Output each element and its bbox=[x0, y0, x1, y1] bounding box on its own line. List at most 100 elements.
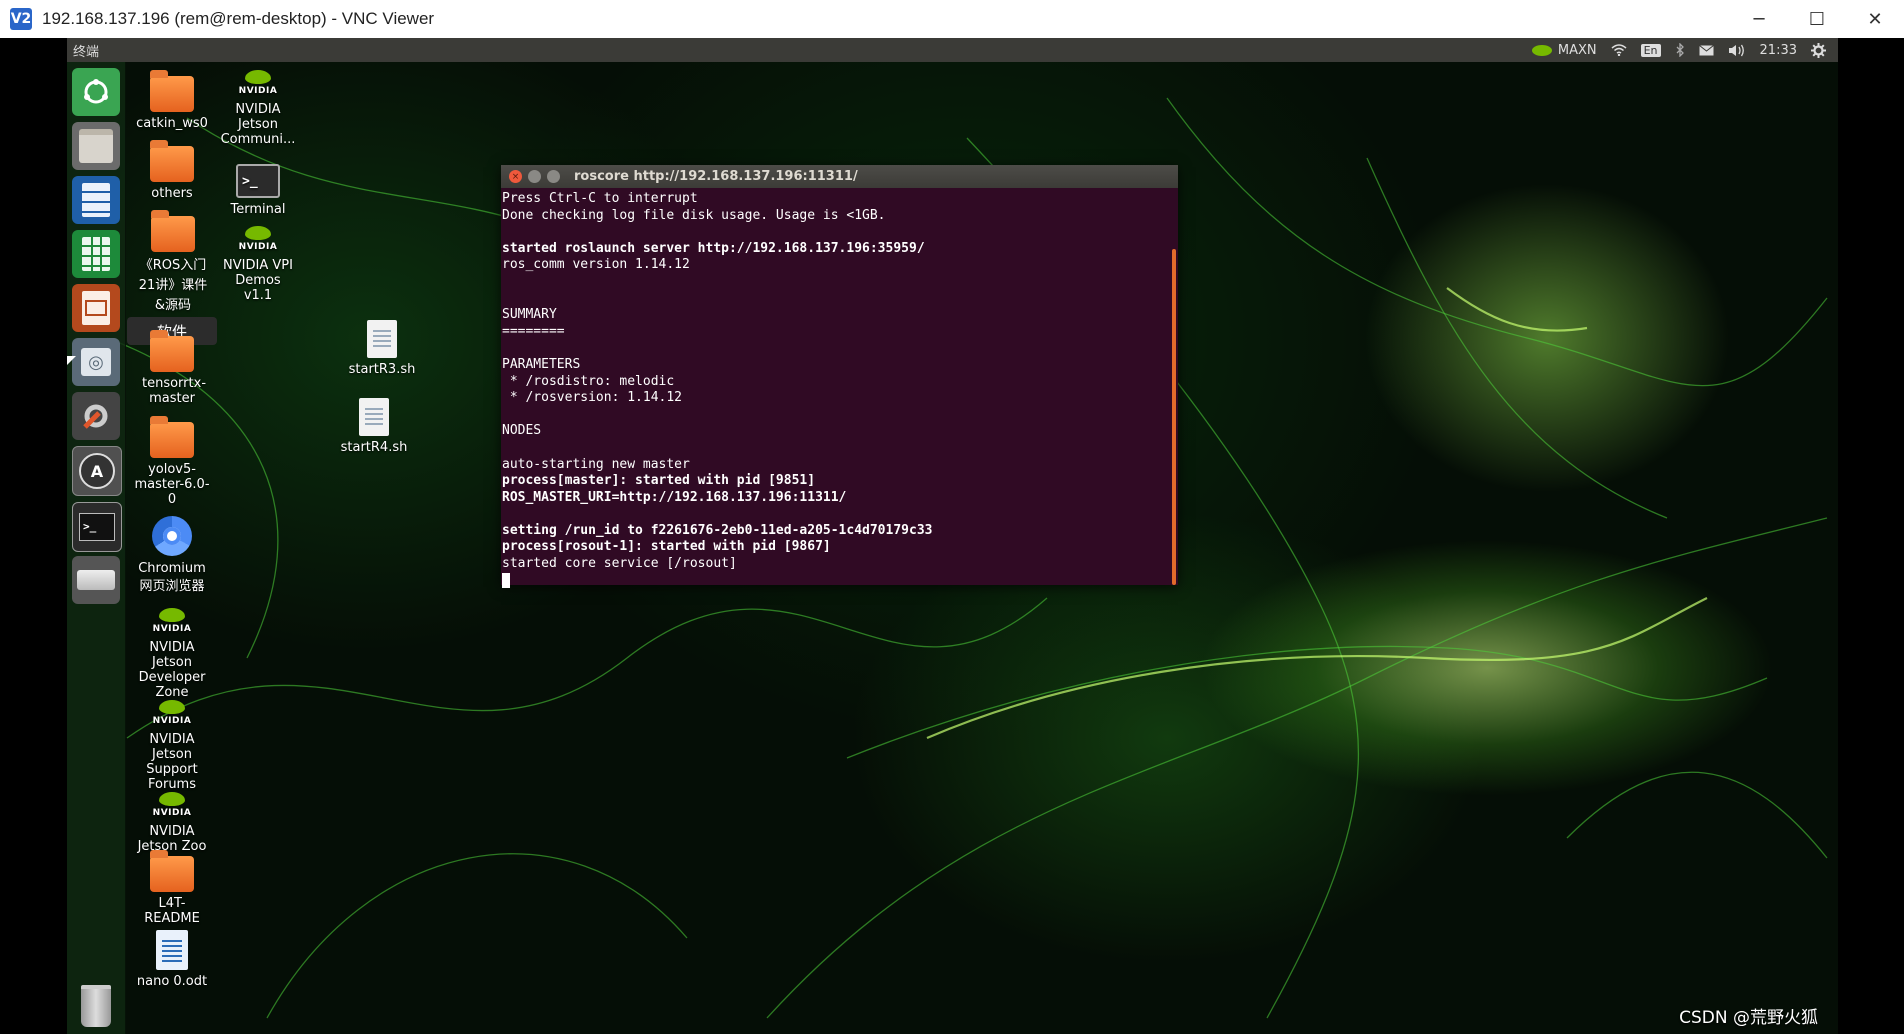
desktop-icon-label: NVIDIA Jetson Communi... bbox=[220, 102, 296, 147]
terminal-line: * /rosdistro: melodic bbox=[502, 373, 675, 389]
desktop-icon-label: startR3.sh bbox=[348, 362, 416, 377]
terminal-minimize-button[interactable] bbox=[528, 170, 541, 183]
script-file-icon bbox=[367, 320, 397, 358]
terminal-maximize-button[interactable] bbox=[547, 170, 560, 183]
desktop-icon-label: Terminal bbox=[230, 202, 286, 217]
terminal-line: Done checking log file disk usage. Usage… bbox=[502, 207, 886, 223]
desktop-icon-label: NVIDIA Jetson Support Forums bbox=[146, 732, 198, 792]
watermark: CSDN @荒野火狐 bbox=[1679, 1008, 1818, 1028]
nvidia-icon: NVIDIA bbox=[152, 698, 192, 728]
terminal-line: auto-starting new master bbox=[502, 456, 690, 472]
nvidia-icon: NVIDIA bbox=[238, 68, 278, 98]
desktop-icon-jetson-zoo[interactable]: NVIDIA NVIDIA Jetson Zoo bbox=[127, 790, 217, 854]
desktop-icon-label: tensorrtx-master bbox=[142, 376, 207, 406]
terminal-line: process[rosout-1]: started with pid [986… bbox=[502, 539, 831, 555]
close-button[interactable]: ✕ bbox=[1846, 0, 1904, 38]
desktop-icon-jetson-support-forums[interactable]: NVIDIA NVIDIA Jetson Support Forums bbox=[127, 698, 217, 792]
launcher-software-updater-icon[interactable]: A bbox=[72, 446, 122, 496]
desktop-icon-l4t-readme[interactable]: L4T-README bbox=[127, 850, 217, 926]
nvidia-power-mode-indicator[interactable]: MAXN bbox=[1531, 42, 1597, 58]
desktop-icon-label: NVIDIA VPI Demos v1.1 bbox=[223, 258, 293, 303]
terminal-cursor bbox=[502, 572, 510, 588]
launcher-search-icon[interactable] bbox=[72, 68, 120, 116]
viewer-border-right bbox=[1838, 38, 1904, 1034]
maximize-button[interactable]: ☐ bbox=[1788, 0, 1846, 38]
active-app-name: 终端 bbox=[73, 45, 100, 60]
desktop-icon-label: startR4.sh bbox=[340, 440, 408, 455]
launcher-files-icon[interactable] bbox=[72, 122, 120, 170]
desktop-icon-jetson-community[interactable]: NVIDIA NVIDIA Jetson Communi... bbox=[212, 68, 304, 147]
desktop-icon-nano-odt[interactable]: nano 0.odt bbox=[127, 930, 217, 989]
terminal-output[interactable]: Press Ctrl-C to interrupt Done checking l… bbox=[501, 188, 1178, 591]
folder-icon bbox=[150, 70, 194, 112]
terminal-window[interactable]: × roscore http://192.168.137.196:11311/ … bbox=[501, 165, 1178, 588]
launcher-calc-icon[interactable] bbox=[72, 230, 120, 278]
desktop-icon-startR3-sh[interactable]: startR3.sh bbox=[337, 320, 427, 377]
chromium-icon bbox=[152, 516, 192, 556]
mouse-pointer-icon bbox=[67, 356, 76, 365]
document-icon bbox=[156, 930, 188, 970]
launcher-system-settings-icon[interactable] bbox=[72, 392, 120, 440]
unity-launcher: ◎ A >_ bbox=[67, 62, 126, 1034]
folder-icon bbox=[150, 140, 194, 182]
minimize-button[interactable]: ─ bbox=[1730, 0, 1788, 38]
desktop-icon-ros-course[interactable]: 《ROS入门21讲》课件&源码 bbox=[127, 210, 219, 316]
launcher-drive-icon[interactable] bbox=[72, 556, 120, 604]
settings-gear-icon[interactable] bbox=[1811, 42, 1826, 58]
nvidia-icon: NVIDIA bbox=[152, 790, 192, 820]
terminal-close-button[interactable]: × bbox=[509, 170, 522, 183]
desktop-icon-catkin-ws0[interactable]: catkin_ws0 bbox=[127, 70, 217, 131]
remote-desktop[interactable]: 终端 MAXN En 21:33 ◎ A >_ 软件 catkin_ws0 ot… bbox=[67, 38, 1838, 1034]
top-panel: 终端 MAXN En 21:33 bbox=[67, 38, 1838, 62]
terminal-line: SUMMARY bbox=[502, 307, 557, 323]
nvidia-logo-icon bbox=[1531, 44, 1552, 56]
terminal-line: Press Ctrl-C to interrupt bbox=[502, 191, 698, 206]
folder-icon bbox=[150, 416, 194, 458]
desktop-icon-others[interactable]: others bbox=[127, 140, 217, 201]
terminal-line: setting /run_id to f2261676-2eb0-11ed-a2… bbox=[502, 522, 933, 538]
terminal-line: started core service [/rosout] bbox=[502, 556, 737, 572]
launcher-writer-icon[interactable] bbox=[72, 176, 120, 224]
desktop-icon-label: 《ROS入门21讲》课件&源码 bbox=[138, 258, 208, 313]
terminal-scrollbar[interactable] bbox=[1172, 249, 1176, 585]
terminal-line: started roslaunch server http://192.168.… bbox=[502, 240, 925, 256]
terminal-titlebar[interactable]: × roscore http://192.168.137.196:11311/ bbox=[501, 165, 1178, 188]
vnc-window-titlebar[interactable]: V2 192.168.137.196 (rem@rem-desktop) - V… bbox=[0, 0, 1904, 39]
desktop-icon-label: Chromium 网页浏览器 bbox=[138, 561, 206, 594]
terminal-title: roscore http://192.168.137.196:11311/ bbox=[574, 169, 858, 184]
launcher-terminal-icon[interactable]: >_ bbox=[72, 502, 122, 552]
desktop-icon-startR4-sh[interactable]: startR4.sh bbox=[329, 398, 419, 455]
terminal-line: ros_comm version 1.14.12 bbox=[502, 257, 690, 273]
clock[interactable]: 21:33 bbox=[1760, 43, 1797, 58]
script-file-icon bbox=[359, 398, 389, 436]
desktop-icon-terminal[interactable]: >_ Terminal bbox=[213, 164, 303, 217]
launcher-software-center-icon[interactable]: ◎ bbox=[72, 338, 120, 386]
launcher-trash-icon[interactable] bbox=[72, 982, 120, 1030]
desktop-icon-label: NVIDIA Jetson Developer Zone bbox=[138, 640, 206, 700]
mail-icon[interactable] bbox=[1698, 44, 1714, 56]
volume-icon[interactable] bbox=[1728, 44, 1746, 57]
launcher-impress-icon[interactable] bbox=[72, 284, 120, 332]
bluetooth-icon[interactable] bbox=[1675, 43, 1685, 57]
desktop-icon-label: others bbox=[151, 186, 193, 201]
terminal-line: PARAMETERS bbox=[502, 356, 581, 372]
power-mode-label: MAXN bbox=[1557, 42, 1597, 58]
nvidia-icon: NVIDIA bbox=[238, 224, 278, 254]
folder-icon bbox=[151, 210, 195, 252]
vnc-viewer-logo-icon: V2 bbox=[10, 8, 32, 30]
desktop-icon-tensorrtx-master[interactable]: tensorrtx-master bbox=[127, 330, 217, 406]
viewer-border-left bbox=[0, 38, 67, 1034]
desktop-icon-yolov5-master[interactable]: yolov5-master-6.0-0 bbox=[127, 416, 217, 507]
wifi-icon[interactable] bbox=[1611, 44, 1627, 56]
desktop-icon-vpi-demos[interactable]: NVIDIA NVIDIA VPI Demos v1.1 bbox=[213, 224, 303, 303]
terminal-line: ======== bbox=[502, 323, 565, 339]
desktop-icon-chromium[interactable]: Chromium 网页浏览器 bbox=[127, 516, 217, 596]
nvidia-icon: NVIDIA bbox=[152, 606, 192, 636]
desktop-icon-jetson-developer-zone[interactable]: NVIDIA NVIDIA Jetson Developer Zone bbox=[127, 606, 217, 700]
keyboard-layout-indicator[interactable]: En bbox=[1640, 43, 1661, 57]
